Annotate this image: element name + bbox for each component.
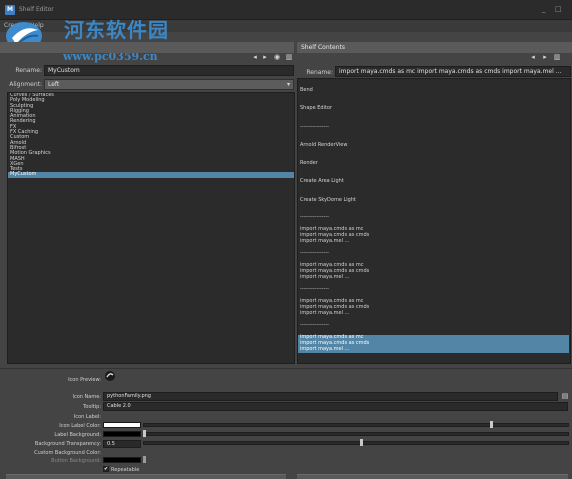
shelf-item-shape-editor[interactable]: Shape Editor <box>300 105 332 112</box>
minimize-button[interactable]: _ <box>542 5 546 13</box>
custom-background-color-label: Custom Background Color: <box>34 450 101 456</box>
shelf-separator[interactable]: ---------------- <box>300 250 329 257</box>
shelf-rename-field[interactable]: MyCustom <box>44 65 294 76</box>
icon-name-field[interactable]: pythonFamily.png <box>103 392 558 401</box>
repeatable-checkbox[interactable]: ✔ <box>103 466 109 472</box>
icon-name-label: Icon Name: <box>72 394 101 400</box>
slider-handle[interactable] <box>143 430 146 437</box>
item-rename-label: Rename: <box>306 69 333 76</box>
alignment-dropdown[interactable]: Left ▾ <box>44 79 294 90</box>
save-all-shelves-button[interactable] <box>6 474 286 479</box>
shelf-contents-list[interactable]: Bend Shape Editor ---------------- Arnol… <box>297 78 571 364</box>
shelf-item-render[interactable]: Render <box>300 160 318 167</box>
script-line[interactable]: import maya.mel ... <box>300 310 349 317</box>
icon-label-label: Icon Label: <box>73 414 101 420</box>
icon-label-color-swatch[interactable] <box>103 422 141 428</box>
folder-icon[interactable]: ▤ <box>561 392 569 400</box>
delete-item-icon[interactable]: ▥ <box>553 53 561 61</box>
shelf-separator[interactable]: ---------------- <box>300 322 329 329</box>
script-line[interactable]: import maya.mel ... <box>300 238 349 245</box>
label-background-label: Label Background: <box>54 432 101 438</box>
button-background-label: Button Background: <box>51 458 101 464</box>
list-item-selected[interactable]: MyCustom <box>8 172 294 178</box>
watermark-text: 河东软件园 <box>64 18 169 42</box>
label-background-swatch[interactable] <box>103 431 141 437</box>
move-right-icon[interactable]: ▸ <box>541 53 549 61</box>
left-panel-header <box>0 42 294 53</box>
move-left-icon[interactable]: ◂ <box>529 53 537 61</box>
script-line[interactable]: import maya.mel ... <box>300 274 349 281</box>
close-button[interactable] <box>297 474 568 479</box>
shelf-separator[interactable]: ---------------- <box>300 286 329 293</box>
alignment-label: Alignment: <box>9 81 42 88</box>
shelf-item-bend[interactable]: Bend <box>300 87 313 94</box>
window-title: Shelf Editor <box>19 6 54 13</box>
alignment-value: Left <box>48 81 60 88</box>
shelf-separator[interactable]: ---------------- <box>300 124 329 131</box>
shelf-list[interactable]: Curves / Surfaces Poly Modeling Sculptin… <box>7 92 295 364</box>
tooltip-field[interactable]: Cable 2.0 <box>103 402 568 411</box>
repeatable-label: Repeatable <box>111 467 140 473</box>
background-transparency-field[interactable]: 0.5 <box>103 440 141 448</box>
item-rename-field[interactable]: import maya.cmds as mc import maya.cmds … <box>335 66 571 77</box>
shelf-item-create-skydome-light[interactable]: Create SkyDome Light <box>300 197 356 204</box>
move-up-icon[interactable]: ▸ <box>261 53 269 61</box>
shelf-item-arnold-renderview[interactable]: Arnold RenderView <box>300 142 347 149</box>
shelf-contents-header: Shelf Contents <box>297 42 572 53</box>
maximize-button[interactable]: □ <box>555 5 562 13</box>
label-background-slider[interactable] <box>143 432 569 436</box>
background-transparency-label: Background Transparency: <box>34 441 101 447</box>
script-line[interactable]: import maya.mel ... <box>300 346 349 353</box>
slider-handle[interactable] <box>360 439 363 446</box>
button-background-swatch[interactable] <box>103 457 141 463</box>
slider-handle[interactable] <box>143 456 146 463</box>
add-shelf-icon[interactable]: ◉ <box>273 53 281 61</box>
icon-label-color-label: Icon Label Color: <box>59 423 101 429</box>
shelf-separator[interactable]: ---------------- <box>300 214 329 221</box>
chevron-down-icon: ▾ <box>286 81 290 88</box>
item-properties-panel: Icon Preview: Icon Name: pythonFamily.pn… <box>0 368 572 479</box>
slider-handle[interactable] <box>490 421 493 428</box>
icon-preview-label: Icon Preview: <box>68 377 101 383</box>
move-down-icon[interactable]: ◂ <box>251 53 259 61</box>
rename-label: Rename: <box>15 67 42 74</box>
icon-label-color-slider[interactable] <box>143 423 569 427</box>
maya-app-icon: M <box>5 5 15 15</box>
python-icon <box>105 371 115 381</box>
shelf-item-create-area-light[interactable]: Create Area Light <box>300 178 344 185</box>
delete-shelf-icon[interactable]: ▥ <box>285 53 293 61</box>
tooltip-label: Tooltip: <box>83 404 101 410</box>
background-transparency-slider[interactable] <box>143 441 569 445</box>
